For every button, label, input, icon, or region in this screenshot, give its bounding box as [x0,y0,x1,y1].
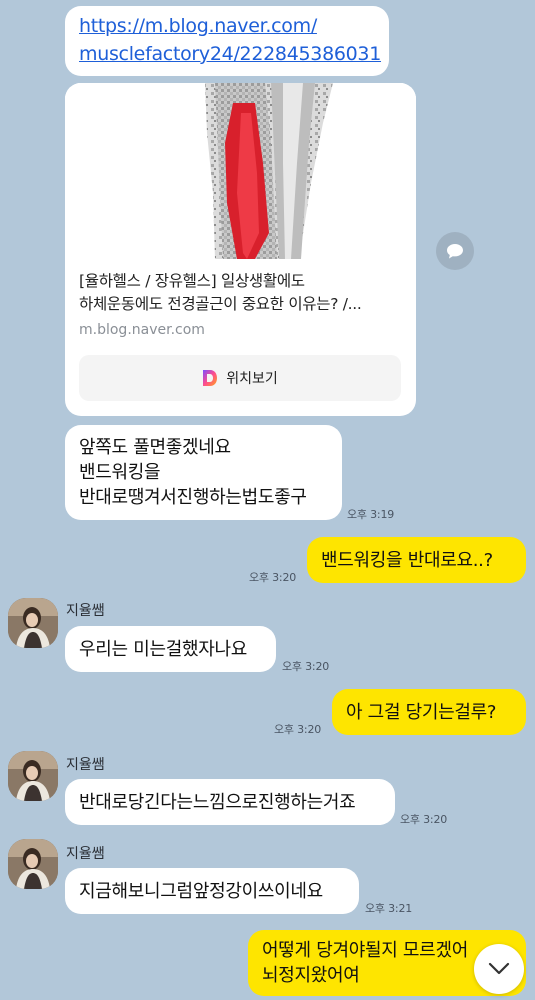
message-timestamp: 오후 3:20 [400,813,448,826]
profile-photo [8,839,58,889]
speech-bubble-icon [447,244,463,259]
message-line: 반대로땡겨서진행하는법도좋구 [79,487,307,508]
avatar[interactable] [8,751,58,801]
sender-name: 지율쌤 [66,603,105,619]
preview-title: [율하헬스 / 장유헬스] 일상생활에도 하체운동에도 전경골근이 중요한 이유… [79,270,404,316]
message-bubble-received[interactable]: 지금해보니그럼앞정강이쓰이네요 [65,868,359,914]
message-bubble-sent[interactable]: 아 그걸 당기는걸루? [332,689,526,735]
chevron-down-icon [488,962,510,975]
message-timestamp: 오후 3:19 [347,508,395,521]
profile-photo [8,598,58,648]
preview-title-line-2: 하체운동에도 전경골근이 중요한 이유는? /... [79,295,362,313]
message-line: 우리는 미는걸했자나요 [79,638,248,660]
message-timestamp: 오후 3:21 [365,902,413,915]
avatar[interactable] [8,839,58,889]
naver-d-icon [203,370,218,386]
profile-photo [8,751,58,801]
link-message-bubble[interactable]: https://m.blog.naver.com/ musclefactory2… [65,6,389,76]
message-line: 밴드워킹을 반대로요..? [321,549,493,571]
message-line: 밴드워킹을 [79,462,161,483]
message-bubble-sent[interactable]: 밴드워킹을 반대로요..? [307,537,526,583]
preview-thumbnail [65,83,416,259]
preview-title-line-1: [율하헬스 / 장유헬스] 일상생활에도 [79,272,305,290]
link-line-2[interactable]: musclefactory24/222845386031 [79,40,381,68]
message-timestamp: 오후 3:20 [282,660,330,673]
link-line-1[interactable]: https://m.blog.naver.com/ [79,12,375,40]
scroll-to-bottom-button[interactable] [474,944,524,994]
preview-domain: m.blog.naver.com [79,322,205,338]
sender-name: 지율쌤 [66,757,105,773]
link-preview-card[interactable]: [율하헬스 / 장유헬스] 일상생활에도 하체운동에도 전경골근이 중요한 이유… [65,83,416,416]
view-location-label: 위치보기 [226,371,278,387]
message-line: 앞쪽도 풀면좋겠네요 [79,437,231,458]
message-timestamp: 오후 3:20 [249,571,297,584]
message-timestamp: 오후 3:20 [274,723,322,736]
share-button[interactable] [436,232,474,270]
message-line: 어떻게 당겨야될지 모르겠어 [262,940,468,961]
message-line: 아 그걸 당기는걸루? [346,701,497,723]
message-line: 반대로당긴다는느낌으로진행하는거죠 [79,791,356,813]
message-bubble-received[interactable]: 앞쪽도 풀면좋겠네요 밴드워킹을 반대로땡겨서진행하는법도좋구 [65,425,342,520]
view-location-button[interactable]: 위치보기 [79,355,401,401]
sender-name: 지율쌤 [66,846,105,862]
avatar[interactable] [8,598,58,648]
message-line: 지금해보니그럼앞정강이쓰이네요 [79,880,323,902]
message-bubble-received[interactable]: 우리는 미는걸했자나요 [65,626,276,672]
message-bubble-received[interactable]: 반대로당긴다는느낌으로진행하는거죠 [65,779,395,825]
